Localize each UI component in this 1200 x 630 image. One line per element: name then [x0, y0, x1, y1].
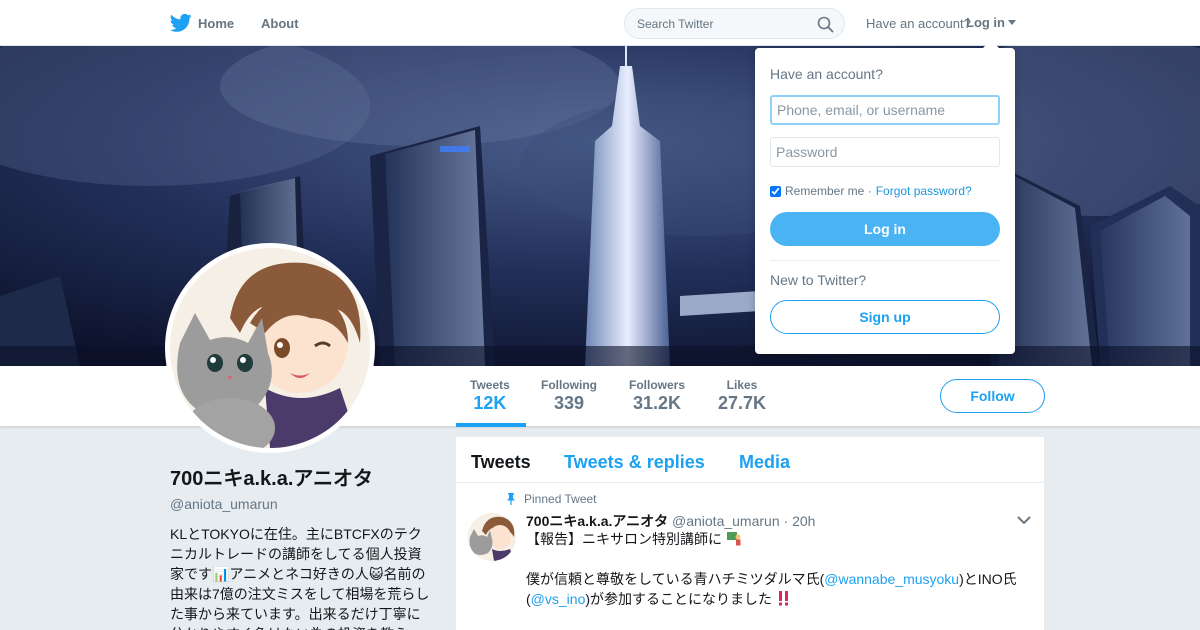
- tweet-author-name[interactable]: 700ニキa.k.a.アニオタ: [526, 513, 668, 529]
- top-navigation: Home About Have an account? Log in: [0, 0, 1200, 46]
- tweet-text: 【報告】ニキサロン特別講師に 僕が信頼と尊敬をしている青ハチミツダルマ氏(@wa…: [526, 529, 1026, 609]
- avatar-illustration: [170, 248, 370, 448]
- profile-bio-text: KLとTOKYOに在住。主にBTCFXのテクニカルトレードの講師をしてる個人投資…: [170, 526, 430, 630]
- stat-likes[interactable]: Likes 27.7K: [718, 378, 766, 414]
- tweet-author-handle[interactable]: @aniota_umarun: [672, 513, 780, 529]
- tweet-header: 700ニキa.k.a.アニオタ @aniota_umarun · 20h: [526, 511, 815, 531]
- tweet-line-2: 僕が信頼と尊敬をしている青ハチミツダルマ氏(@wannabe_musyoku)と…: [526, 569, 1026, 589]
- stat-following[interactable]: Following 339: [541, 378, 597, 414]
- stat-followers-label: Followers: [629, 378, 686, 392]
- stat-likes-label: Likes: [726, 378, 758, 392]
- tweet-line-3-text-b: )が参加することになりました: [585, 591, 773, 607]
- stat-following-label: Following: [541, 378, 597, 392]
- double-exclamation-icon: [778, 591, 788, 606]
- remember-me-label: Remember me ·: [785, 184, 872, 198]
- tweet-line-1: 【報告】ニキサロン特別講師に: [526, 529, 1026, 549]
- stat-tweets[interactable]: Tweets 12K: [470, 378, 510, 414]
- mention-wannabe-musyoku[interactable]: @wannabe_musyoku: [824, 571, 959, 587]
- have-account-text: Have an account?: [866, 16, 971, 31]
- profile-avatar[interactable]: [165, 243, 375, 453]
- forgot-password-link[interactable]: Forgot password?: [876, 184, 972, 198]
- dropdown-divider: [770, 260, 1000, 261]
- signup-button[interactable]: Sign up: [770, 300, 1000, 334]
- tweet-line-2-text-b: )とINO氏: [959, 571, 1017, 587]
- twitter-bird-icon: [170, 13, 192, 32]
- timeline-tabs: Tweets Tweets & replies Media: [456, 437, 1044, 483]
- tweet-line-1-text: 【報告】ニキサロン特別講師に: [526, 531, 722, 547]
- stat-tweets-label: Tweets: [470, 378, 510, 392]
- profile-name: 700ニキa.k.a.アニオタ: [170, 468, 374, 490]
- profile-bio-card: 700ニキa.k.a.アニオタ @aniota_umarun KLとTOKYOに…: [170, 462, 432, 630]
- tweet-author-avatar[interactable]: [468, 513, 516, 561]
- tweets-timeline: Tweets Tweets & replies Media Pinned Twe…: [456, 437, 1044, 630]
- search-icon[interactable]: [817, 16, 834, 33]
- search-box: [624, 8, 845, 39]
- stat-following-value: 339: [553, 393, 585, 413]
- login-link-label: Log in: [966, 15, 1005, 30]
- pinned-tweet-context: Pinned Tweet: [506, 492, 597, 506]
- tweet-timestamp[interactable]: · 20h: [784, 513, 816, 529]
- caret-down-icon: [1008, 20, 1016, 25]
- login-button[interactable]: Log in: [770, 212, 1000, 246]
- nav-about-link[interactable]: About: [261, 16, 299, 31]
- tweet-line-3: (@vs_ino)が参加することになりました: [526, 589, 1026, 609]
- chevron-down-icon[interactable]: [1017, 516, 1031, 524]
- remember-me-checkbox[interactable]: [770, 185, 781, 197]
- tab-media[interactable]: Media: [739, 452, 790, 473]
- password-field[interactable]: [770, 137, 1000, 167]
- tab-tweets-and-replies[interactable]: Tweets & replies: [564, 452, 705, 473]
- profile-handle[interactable]: @aniota_umarun: [170, 496, 432, 512]
- tweet-avatar-illustration: [468, 513, 516, 561]
- new-to-twitter-text: New to Twitter?: [770, 272, 867, 288]
- pin-icon: [507, 493, 515, 505]
- remember-me-row: Remember me · Forgot password?: [770, 184, 972, 198]
- stat-followers[interactable]: Followers 31.2K: [629, 378, 685, 414]
- search-input[interactable]: [625, 9, 805, 38]
- login-dropdown: Have an account? Remember me · Forgot pa…: [755, 40, 1015, 354]
- nav-home-link[interactable]: Home: [170, 13, 234, 33]
- tab-tweets[interactable]: Tweets: [471, 452, 531, 473]
- mention-vs-ino[interactable]: @vs_ino: [531, 591, 586, 607]
- username-field[interactable]: [770, 95, 1000, 125]
- follow-button[interactable]: Follow: [940, 379, 1045, 413]
- login-dropdown-toggle[interactable]: Log in: [966, 15, 1016, 30]
- stat-tweets-value: 12K: [473, 393, 507, 413]
- nav-home-label: Home: [198, 15, 235, 31]
- active-tab-indicator: [456, 423, 526, 427]
- pinned-tweet-label: Pinned Tweet: [524, 492, 597, 506]
- dropdown-notch: [983, 40, 999, 48]
- stat-likes-value: 27.7K: [718, 393, 767, 413]
- teacher-emoji-icon: [726, 532, 741, 546]
- stat-followers-value: 31.2K: [632, 393, 682, 413]
- tweet-line-2-text-a: 僕が信頼と尊敬をしている青ハチミツダルマ氏(: [526, 571, 825, 587]
- login-dropdown-title: Have an account?: [770, 66, 883, 82]
